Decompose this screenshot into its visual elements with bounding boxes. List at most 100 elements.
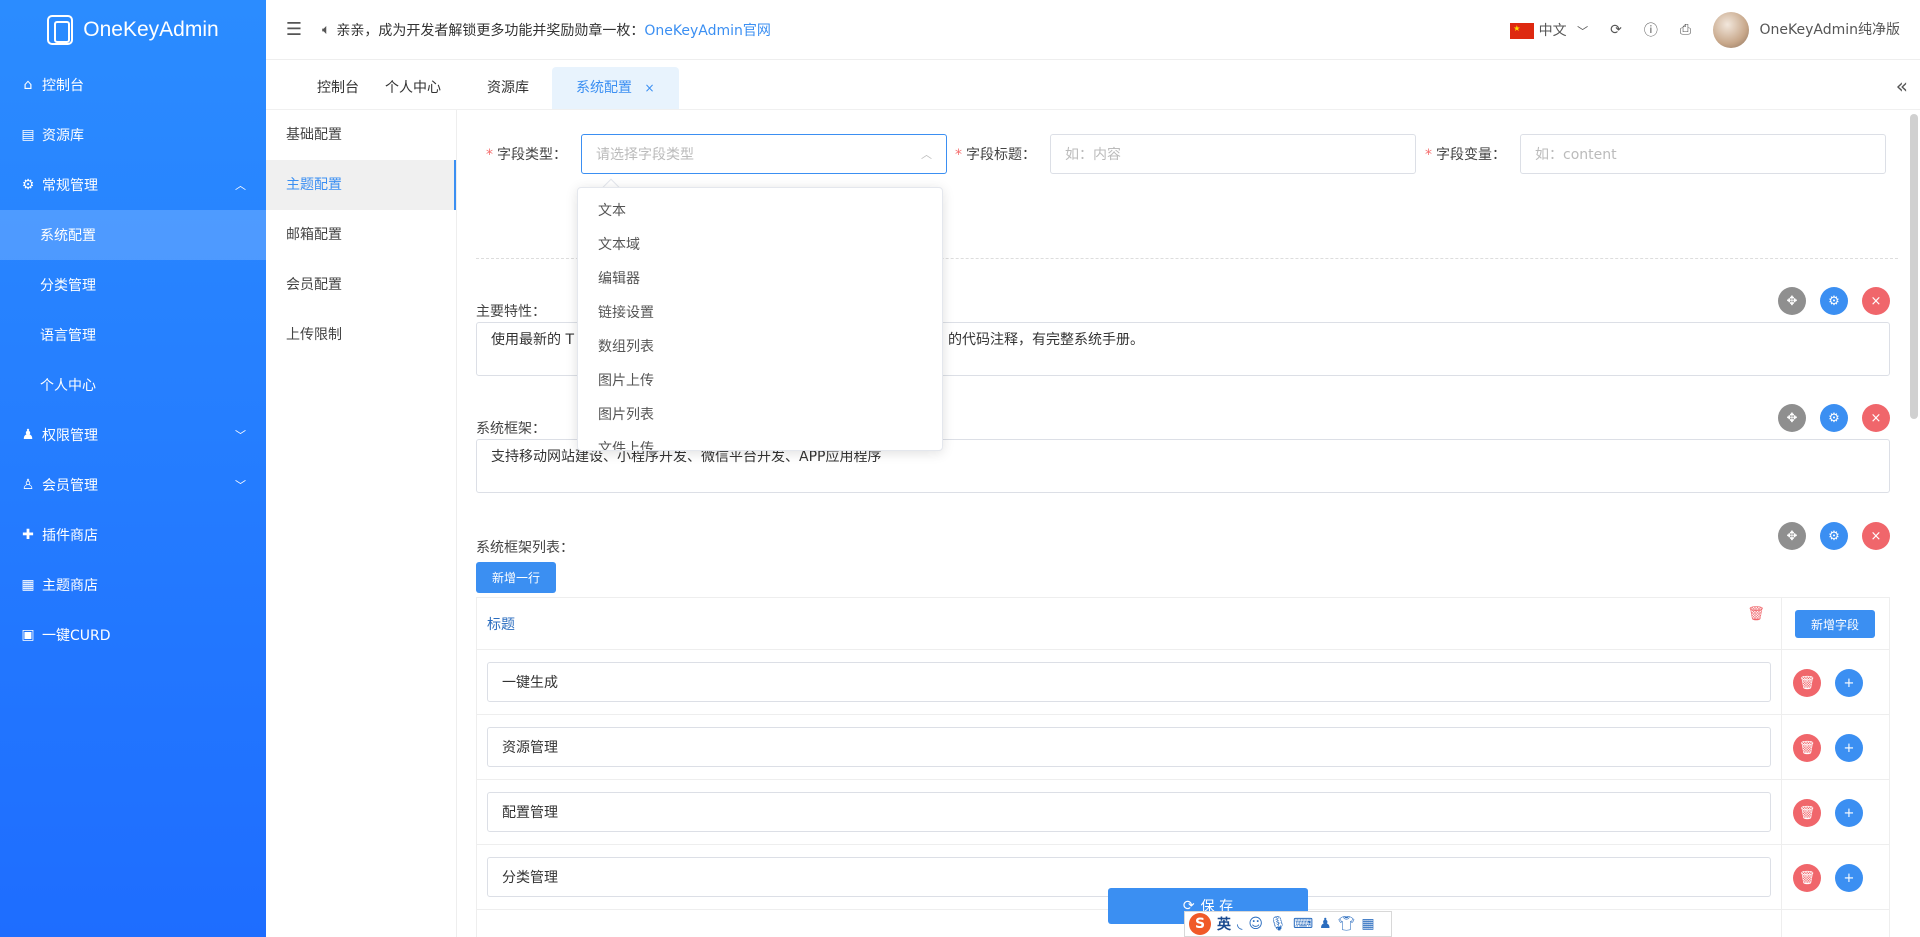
move-icon[interactable]: ✥ [1778,287,1806,315]
avatar [1713,12,1750,48]
collapse-double-left-icon[interactable]: « [1896,74,1908,98]
sidebar-item-general[interactable]: ⚙ 常规管理 ︿ [0,160,266,210]
delete-row-icon[interactable]: 🗑︎ [1793,734,1821,762]
submenu-theme[interactable]: 主题配置 [266,160,456,210]
ime-language[interactable]: 英 [1217,914,1231,934]
gear-icon[interactable]: ⚙ [1820,404,1848,432]
submenu-upload-limit[interactable]: 上传限制 [266,310,456,360]
submenu-basic[interactable]: 基础配置 [266,110,456,160]
chevron-down-icon: ﹀ [235,479,246,492]
sogou-logo-icon[interactable]: S [1189,913,1211,935]
tab-dashboard[interactable]: 控制台 [304,67,372,109]
dropdown-option[interactable]: 文本域 [578,228,942,262]
gear-icon: ⚙ [21,177,35,193]
sidebar-item-theme-store[interactable]: ▦ 主题商店 [0,560,266,610]
notice-text: 亲亲，成为开发者解锁更多功能并奖励勋章一枚： [336,22,645,39]
app-name: OneKeyAdmin [83,18,219,41]
dropdown-option[interactable]: 数组列表 [578,330,942,364]
tab-system-config[interactable]: 系统配置 × [552,67,679,109]
table-row: 配置管理 🗑︎ + [477,780,1889,845]
delete-row-icon[interactable]: 🗑︎ [1793,799,1821,827]
row-title-input[interactable]: 配置管理 [487,792,1771,832]
emoji-icon[interactable]: ☺ [1248,916,1263,932]
language-switcher[interactable]: 中文 ﹀ [1510,20,1588,40]
trash-icon[interactable]: 🗑︎ [1747,606,1765,622]
top-header: ☰ 🔈︎ 亲亲，成为开发者解锁更多功能并奖励勋章一枚： OneKeyAdmin官… [266,0,1920,60]
sidebar-item-category[interactable]: 分类管理 [0,260,266,310]
delete-row-icon[interactable]: 🗑︎ [1793,864,1821,892]
gear-icon[interactable]: ⚙ [1820,287,1848,315]
chevron-up-icon: ︿ [921,148,932,161]
close-icon[interactable]: × [1862,522,1890,550]
dropdown-option[interactable]: 链接设置 [578,296,942,330]
move-icon[interactable]: ✥ [1778,522,1806,550]
scrollbar[interactable] [1910,114,1918,419]
chevron-down-icon: ﹀ [1577,25,1589,38]
menu-toggle-icon[interactable]: ☰ [266,19,322,40]
row-title-input[interactable]: 一键生成 [487,662,1771,702]
plus-icon[interactable]: + [1835,799,1863,827]
sidebar-item-curd[interactable]: ▣ 一键CURD [0,610,266,660]
add-field-button[interactable]: 新增字段 [1795,610,1875,638]
user-menu[interactable]: OneKeyAdmin纯净版 [1713,12,1900,48]
row-title-input[interactable]: 资源管理 [487,727,1771,767]
close-icon[interactable]: × [1862,287,1890,315]
dropdown-option[interactable]: 文件上传 [578,432,942,450]
user-icon[interactable]: ♟ [1319,916,1332,932]
delete-row-icon[interactable]: 🗑︎ [1793,669,1821,697]
submenu-email[interactable]: 邮箱配置 [266,210,456,260]
notice-link[interactable]: OneKeyAdmin官网 [644,20,771,40]
field-title-row: * 字段标题： 如：内容 [955,134,1416,174]
punctuation-icon[interactable]: ◟ [1237,916,1242,932]
table-header: 标题 🗑︎ 新增字段 [477,598,1889,650]
grid-icon[interactable]: ▦ [1361,916,1374,932]
layout-icon: ▦ [21,577,35,593]
sidebar-item-resources[interactable]: ▤ 资源库 [0,110,266,160]
field-var-input[interactable]: 如：content [1520,134,1886,174]
app-logo[interactable]: OneKeyAdmin [0,0,266,60]
dropdown-option[interactable]: 编辑器 [578,262,942,296]
refresh-icon[interactable]: ⟳ [1610,22,1622,38]
submenu-member[interactable]: 会员配置 [266,260,456,310]
close-icon[interactable]: × [1862,404,1890,432]
tab-resources[interactable]: 资源库 [474,67,542,109]
tab-profile[interactable]: 个人中心 [372,67,454,109]
dropdown-option[interactable]: 图片列表 [578,398,942,432]
plus-icon[interactable]: + [1835,669,1863,697]
microphone-icon[interactable]: 🎙︎ [1269,916,1287,932]
add-row-button[interactable]: 新增一行 [476,562,556,593]
dropdown-option[interactable]: 图片上传 [578,364,942,398]
printer-icon[interactable]: ⎙ [1680,22,1691,38]
field-type-select[interactable]: 请选择字段类型 ︿ [581,134,947,174]
features-controls: ✥ ⚙ × [1778,287,1890,315]
header-tools: 中文 ﹀ ⟳ ⓘ ⎙ OneKeyAdmin纯净版 [1510,0,1900,60]
sidebar-item-plugin-store[interactable]: ✚ 插件商店 [0,510,266,560]
framework-label: 系统框架： [476,421,546,437]
shirt-icon[interactable]: 👕︎ [1338,916,1356,932]
sidebar-item-language[interactable]: 语言管理 [0,310,266,360]
plus-icon[interactable]: + [1835,734,1863,762]
keyboard-icon[interactable]: ⌨ [1293,916,1313,932]
sidebar-item-permissions[interactable]: ♟ 权限管理 ﹀ [0,410,266,460]
field-title-input[interactable]: 如：内容 [1050,134,1416,174]
field-var-row: * 字段变量： 如：content [1425,134,1886,174]
library-icon: ▤ [21,127,35,143]
close-icon[interactable]: × [644,81,654,95]
speaker-icon: 🔈︎ [322,21,331,38]
sidebar-item-dashboard[interactable]: ⌂ 控制台 [0,60,266,110]
framework-list-controls: ✥ ⚙ × [1778,522,1890,550]
move-icon[interactable]: ✥ [1778,404,1806,432]
sidebar-item-profile[interactable]: 个人中心 [0,360,266,410]
user-shield-icon: ♟ [21,427,35,443]
dropdown-option[interactable]: 文本 [578,194,942,228]
sidebar-item-members[interactable]: ♙ 会员管理 ﹀ [0,460,266,510]
features-label: 主要特性： [476,304,546,320]
info-icon[interactable]: ⓘ [1644,20,1658,40]
framework-controls: ✥ ⚙ × [1778,404,1890,432]
sidebar-item-system-config[interactable]: 系统配置 [0,210,266,260]
chevron-down-icon: ﹀ [235,429,246,442]
plus-icon[interactable]: + [1835,864,1863,892]
table-row: 一键生成 🗑︎ + [477,650,1889,715]
config-submenu: 基础配置 主题配置 邮箱配置 会员配置 上传限制 [266,110,457,937]
gear-icon[interactable]: ⚙ [1820,522,1848,550]
